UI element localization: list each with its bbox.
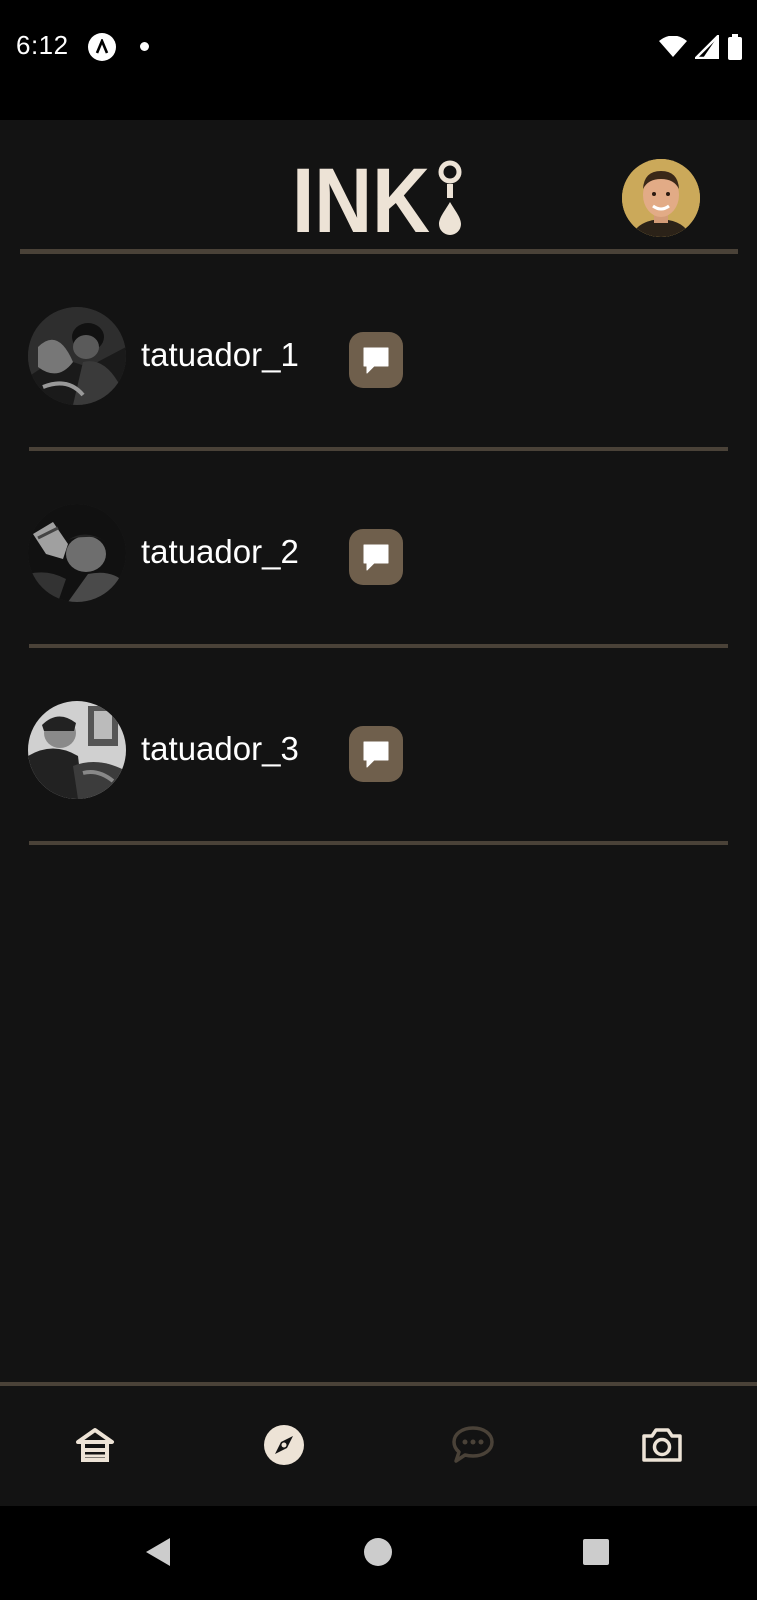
nav-explore[interactable] bbox=[259, 1420, 309, 1470]
battery-icon bbox=[728, 34, 742, 60]
notification-app-icon bbox=[88, 33, 116, 61]
back-triangle-icon bbox=[146, 1538, 170, 1566]
home-circle-icon bbox=[364, 1538, 392, 1566]
list-item[interactable]: tatuador_2 bbox=[0, 451, 757, 648]
system-navigation-bar bbox=[0, 1506, 757, 1600]
back-button[interactable] bbox=[140, 1534, 176, 1570]
status-bar: 6:12 bbox=[0, 0, 757, 120]
artist-avatar[interactable] bbox=[28, 504, 126, 602]
app-logo[interactable]: INK bbox=[292, 150, 464, 252]
home-button[interactable] bbox=[360, 1534, 396, 1570]
chat-bubble-icon bbox=[363, 741, 389, 768]
compass-icon bbox=[264, 1425, 304, 1465]
status-indicators bbox=[659, 33, 743, 61]
chat-button[interactable] bbox=[349, 529, 403, 585]
recents-square-icon bbox=[583, 1539, 609, 1565]
chat-icon bbox=[452, 1426, 494, 1463]
ink-drop-pin-icon bbox=[438, 160, 462, 235]
camera-icon bbox=[642, 1428, 682, 1462]
nav-home[interactable] bbox=[70, 1420, 120, 1470]
list-item[interactable]: tatuador_1 bbox=[0, 254, 757, 451]
item-divider bbox=[29, 841, 728, 845]
nav-camera[interactable] bbox=[637, 1420, 687, 1470]
signal-icon bbox=[695, 35, 719, 59]
profile-avatar[interactable] bbox=[622, 159, 700, 237]
artist-username: tatuador_3 bbox=[141, 730, 299, 767]
chat-bubble-icon bbox=[363, 544, 389, 571]
artist-avatar[interactable] bbox=[28, 701, 126, 799]
chat-button[interactable] bbox=[349, 726, 403, 782]
nav-messages[interactable] bbox=[448, 1420, 498, 1470]
artist-username: tatuador_1 bbox=[141, 336, 299, 373]
recents-button[interactable] bbox=[578, 1534, 614, 1570]
header: INK bbox=[0, 120, 757, 254]
wifi-icon bbox=[659, 36, 687, 57]
list-item[interactable]: tatuador_3 bbox=[0, 648, 757, 845]
artist-avatar[interactable] bbox=[28, 307, 126, 405]
bottom-nav bbox=[0, 1386, 757, 1506]
home-icon bbox=[76, 1428, 114, 1462]
chat-button[interactable] bbox=[349, 332, 403, 388]
artist-username: tatuador_2 bbox=[141, 533, 299, 570]
status-time: 6:12 bbox=[16, 30, 69, 60]
app-screen: INK tatuador_1 tatuador_2 tatuador_3 bbox=[0, 120, 757, 1506]
logo-text: INK bbox=[292, 160, 430, 236]
chat-bubble-icon bbox=[363, 347, 389, 374]
notification-dot-icon bbox=[140, 42, 149, 51]
